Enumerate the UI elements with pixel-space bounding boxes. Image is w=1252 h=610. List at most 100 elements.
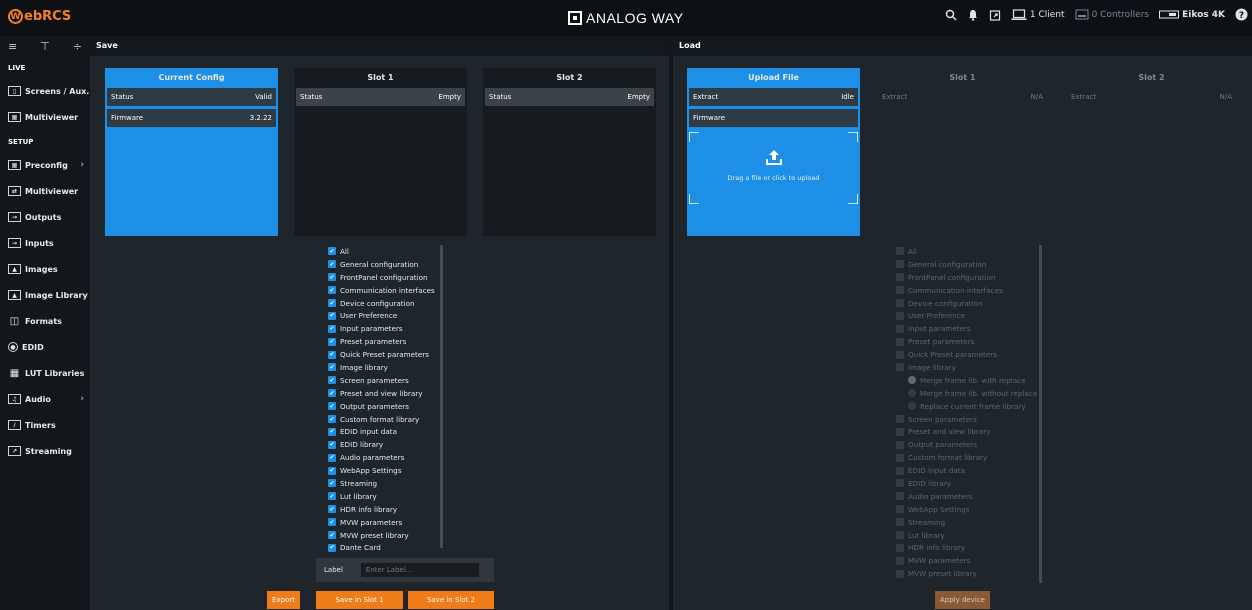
sidebar-item-lut-libraries[interactable]: ▦ LUT Libraries (0, 360, 90, 386)
checkbox-item[interactable]: WebApp Settings (896, 503, 1037, 516)
card-title: Slot 1 (367, 73, 394, 82)
checkbox-item[interactable]: Lut library (896, 529, 1037, 542)
checkbox-item[interactable]: Audio parameters (896, 490, 1037, 503)
checkbox-item[interactable]: MVW preset library (896, 567, 1037, 580)
checkbox-item[interactable]: Input parameters (896, 322, 1037, 335)
checkbox-item[interactable]: Device configuration (896, 297, 1037, 310)
checkbox-item[interactable]: ✔ WebApp Settings (328, 464, 435, 477)
sidebar-item-screens[interactable]: ▯ Screens / Aux. (0, 78, 90, 104)
load-slot1-card[interactable]: Slot 1 Extract N/A (876, 68, 1049, 236)
checkbox-item[interactable]: ✔ All (328, 245, 435, 258)
checkbox-item[interactable]: Image library (896, 361, 1037, 374)
checkbox-item[interactable]: ✔ General configuration (328, 258, 435, 271)
app-logo[interactable]: WebRCS (8, 9, 71, 24)
checkbox-item[interactable]: ✔ Streaming (328, 477, 435, 490)
file-drop-zone[interactable]: Drag a file or click to upload (689, 132, 858, 204)
checkbox-item[interactable]: ✔ HDR info library (328, 503, 435, 516)
checkbox-item[interactable]: Screen parameters (896, 413, 1037, 426)
checkbox-item[interactable]: ✔ FrontPanel configuration (328, 271, 435, 284)
clients-indicator[interactable]: 1 Client (1011, 8, 1065, 21)
sidebar-item-images[interactable]: ▲ Images (0, 256, 90, 282)
sidebar-item-formats[interactable]: ◫ Formats (0, 308, 90, 334)
checkbox-item[interactable]: Replace current frame library (896, 400, 1037, 413)
checkbox-label: Device configuration (908, 298, 983, 308)
load-slot2-card[interactable]: Slot 2 Extract N/A (1065, 68, 1238, 236)
checkbox-item[interactable]: Streaming (896, 516, 1037, 529)
checkbox-item[interactable]: ✔ Lut library (328, 490, 435, 503)
status-row: Status Valid (107, 88, 276, 106)
device-icon (1159, 10, 1180, 18)
checkbox-item[interactable]: ✔ Input parameters (328, 322, 435, 335)
checkbox-item[interactable]: ✔ Output parameters (328, 400, 435, 413)
checkbox-item[interactable]: ✔ Quick Preset parameters (328, 348, 435, 361)
checkbox-icon: ✔ (328, 247, 336, 256)
checkbox-item[interactable]: Quick Preset parameters (896, 348, 1037, 361)
device-indicator[interactable]: Eikos 4K (1159, 10, 1225, 20)
sidebar-item-preconfig[interactable]: ▦ Preconfig › (0, 152, 90, 178)
save-slot2-card[interactable]: Slot 2 Status Empty (483, 68, 656, 236)
checkbox-item[interactable]: ✔ Screen parameters (328, 374, 435, 387)
checkbox-item[interactable]: ✔ Communication interfaces (328, 284, 435, 297)
sidebar-item-audio[interactable]: ♫ Audio › (0, 386, 90, 412)
checkbox-item[interactable]: ✔ EDID input data (328, 425, 435, 438)
checkbox-label: Streaming (908, 517, 946, 527)
checkbox-item[interactable]: Merge frame lib. with replace (896, 374, 1037, 387)
controllers-indicator[interactable]: 0 Controllers (1075, 9, 1149, 21)
expand-icon[interactable]: ÷ (73, 40, 82, 53)
checkbox-item[interactable]: Output parameters (896, 438, 1037, 451)
save-in-slot1-button[interactable]: Save in Slot 1 (316, 591, 403, 609)
checkbox-item[interactable]: ✔ User Preference (328, 309, 435, 322)
save-in-slot2-button[interactable]: Save in Slot 2 (408, 591, 494, 609)
checkbox-item[interactable]: User Preference (896, 309, 1037, 322)
checkbox-item[interactable]: ✔ Custom format library (328, 413, 435, 426)
checkbox-item[interactable]: ✔ Audio parameters (328, 451, 435, 464)
checkbox-item[interactable]: ✔ Device configuration (328, 297, 435, 310)
checkbox-item[interactable]: ✔ MVW preset library (328, 529, 435, 542)
checkbox-item[interactable]: ✔ Preset parameters (328, 335, 435, 348)
current-config-card[interactable]: Current Config Status Valid Firmware 3.2.2… (105, 68, 278, 236)
label-input[interactable] (360, 563, 479, 577)
export-window-icon[interactable] (989, 9, 1001, 21)
upload-file-card[interactable]: Upload File Extract Idle Firmware Drag a … (687, 68, 860, 236)
checkbox-item[interactable]: General configuration (896, 258, 1037, 271)
checkbox-item[interactable]: Preset and view library (896, 425, 1037, 438)
sidebar-item-multiviewer-setup[interactable]: ⇄ Multiviewer (0, 178, 90, 204)
checkbox-item[interactable]: ✔ Dante Card (328, 541, 435, 554)
sidebar-item-timers[interactable]: ∕ Timers (0, 412, 90, 438)
help-icon[interactable]: ? (1235, 8, 1248, 21)
checkbox-item[interactable]: Custom format library (896, 451, 1037, 464)
checkbox-item[interactable]: Communication interfaces (896, 284, 1037, 297)
checkbox-item[interactable]: HDR info library (896, 541, 1037, 554)
checkbox-icon: ✔ (328, 376, 336, 385)
checkbox-item[interactable]: ✔ Preset and view library (328, 387, 435, 400)
checkbox-item[interactable]: Merge frame lib. without replace (896, 387, 1037, 400)
search-icon[interactable] (945, 9, 957, 21)
checkbox-item[interactable]: MVW parameters (896, 554, 1037, 567)
checkbox-item[interactable]: FrontPanel configuration (896, 271, 1037, 284)
sidebar-item-image-library[interactable]: ▲ Image Library (0, 282, 90, 308)
sidebar-item-inputs[interactable]: → Inputs (0, 230, 90, 256)
checkbox-item[interactable]: ✔ EDID library (328, 438, 435, 451)
sidebar-item-outputs[interactable]: → Outputs (0, 204, 90, 230)
checkbox-item[interactable]: ✔ MVW parameters (328, 516, 435, 529)
apply-device-button[interactable]: Apply device (935, 591, 990, 609)
checkbox-item[interactable]: EDID input data (896, 464, 1037, 477)
save-checklist-scrollbar[interactable] (440, 245, 443, 548)
extract-row: Extract N/A (878, 88, 1047, 106)
export-button[interactable]: Export (267, 591, 300, 609)
checkbox-icon (896, 273, 904, 282)
checkbox-item[interactable]: Preset parameters (896, 335, 1037, 348)
checkbox-item[interactable]: All (896, 245, 1037, 258)
checkbox-item[interactable]: ✔ Image library (328, 361, 435, 374)
top-bar: WebRCS ANALOG WAY 1 Client 0 Controllers… (0, 0, 1252, 36)
bell-icon[interactable] (967, 9, 979, 21)
menu-toggle-icon[interactable]: ≡ (8, 40, 17, 53)
checkbox-item[interactable]: EDID library (896, 477, 1037, 490)
sidebar-item-streaming[interactable]: ↗ Streaming (0, 438, 90, 464)
checkbox-label: WebApp Settings (340, 466, 402, 476)
sidebar-item-multiviewer[interactable]: ▦ Multiviewer (0, 104, 90, 130)
load-checklist-scrollbar[interactable] (1039, 245, 1042, 583)
collapse-icon[interactable]: ⊤ (40, 40, 50, 53)
sidebar-item-edid[interactable]: ● EDID (0, 334, 90, 360)
save-slot1-card[interactable]: Slot 1 Status Empty (294, 68, 467, 236)
